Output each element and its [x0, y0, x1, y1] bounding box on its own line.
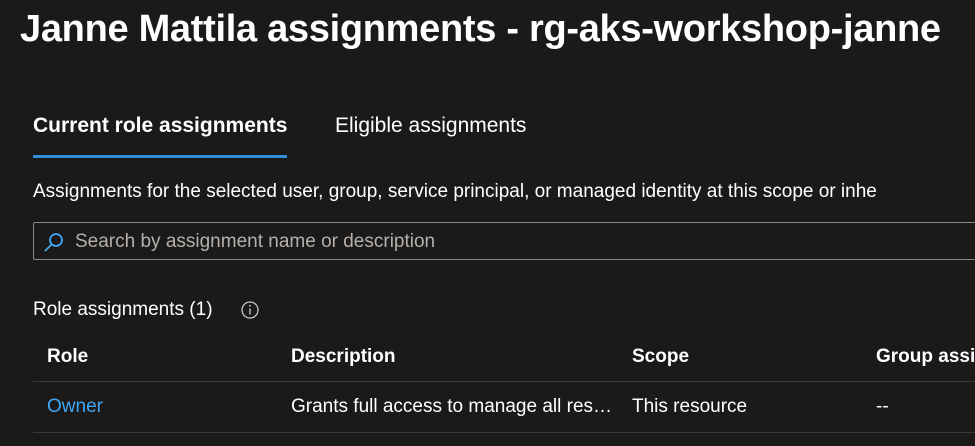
scope-cell: This resource [632, 396, 748, 417]
page-title: Janne Mattila assignments - rg-aks-works… [20, 8, 941, 50]
search-input[interactable] [73, 223, 975, 261]
search-icon [44, 233, 63, 252]
tab-current-role-assignments[interactable]: Current role assignments [33, 114, 288, 158]
column-header-group-assignment[interactable]: Group assi [876, 333, 975, 381]
role-assignments-page: Janne Mattila assignments - rg-aks-works… [0, 0, 975, 446]
search-box[interactable] [33, 222, 975, 261]
table-row: Owner Grants full access to manage all r… [33, 382, 975, 433]
role-link-owner[interactable]: Owner [47, 396, 103, 418]
group-assignment-cell: -- [876, 396, 889, 417]
info-icon[interactable] [240, 300, 260, 320]
scope-description: Assignments for the selected user, group… [33, 181, 877, 202]
description-cell: Grants full access to manage all resourc… [291, 382, 621, 432]
column-header-role[interactable]: Role [47, 333, 277, 381]
role-description: Grants full access to manage all resourc… [291, 396, 621, 417]
table-header: Role Description Scope Group assi [33, 333, 975, 382]
column-header-description[interactable]: Description [291, 333, 621, 381]
tab-eligible-assignments[interactable]: Eligible assignments [335, 114, 526, 158]
column-header-scope[interactable]: Scope [632, 333, 862, 381]
role-cell: Owner [47, 382, 277, 432]
role-assignments-heading: Role assignments (1) [33, 299, 213, 320]
